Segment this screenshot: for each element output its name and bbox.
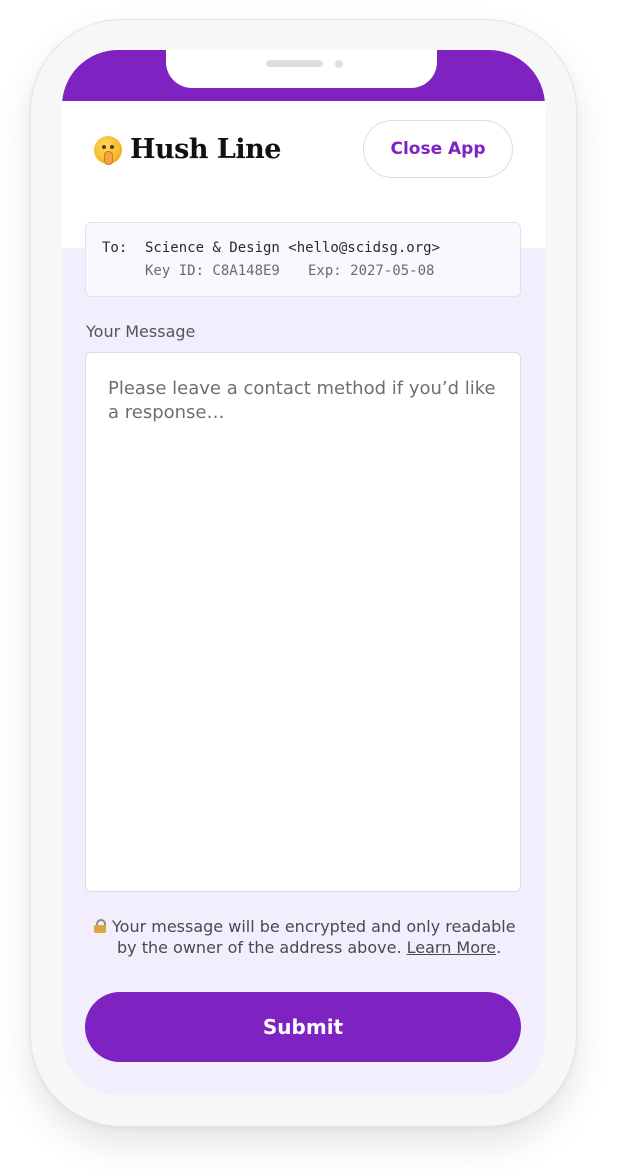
app-logo: Hush Line: [94, 134, 281, 165]
message-label: Your Message: [86, 322, 196, 341]
learn-more-link[interactable]: Learn More: [407, 938, 496, 957]
lock-icon: [94, 919, 106, 933]
message-placeholder: Please leave a contact method if you’d l…: [108, 378, 496, 423]
encryption-notice: Your message will be encrypted and only …: [94, 916, 524, 958]
app-title: Hush Line: [130, 134, 281, 165]
phone-screen: Hush Line Close App To: Science & Design…: [62, 50, 545, 1095]
speaker-icon: [266, 60, 323, 67]
message-textarea[interactable]: Please leave a contact method if you’d l…: [85, 352, 521, 892]
notice-line-2: by the owner of the address above.: [117, 938, 402, 957]
close-app-button[interactable]: Close App: [363, 120, 513, 178]
recipient-name-email: Science & Design <hello@scidsg.org>: [145, 240, 441, 256]
recipient-key-id: Key ID: C8A148E9: [145, 263, 280, 279]
shushing-face-icon: [94, 135, 122, 165]
recipient-key-expiry: Exp: 2027-05-08: [308, 263, 435, 279]
notice-line-1: Your message will be encrypted and only …: [112, 917, 516, 936]
recipient-card: To: Science & Design <hello@scidsg.org> …: [85, 222, 521, 297]
camera-icon: [335, 60, 343, 68]
status-bar: [62, 50, 545, 101]
recipient-to-label: To:: [102, 240, 128, 256]
notch: [166, 50, 437, 88]
submit-button[interactable]: Submit: [85, 992, 521, 1062]
notice-trailing: .: [496, 938, 502, 957]
